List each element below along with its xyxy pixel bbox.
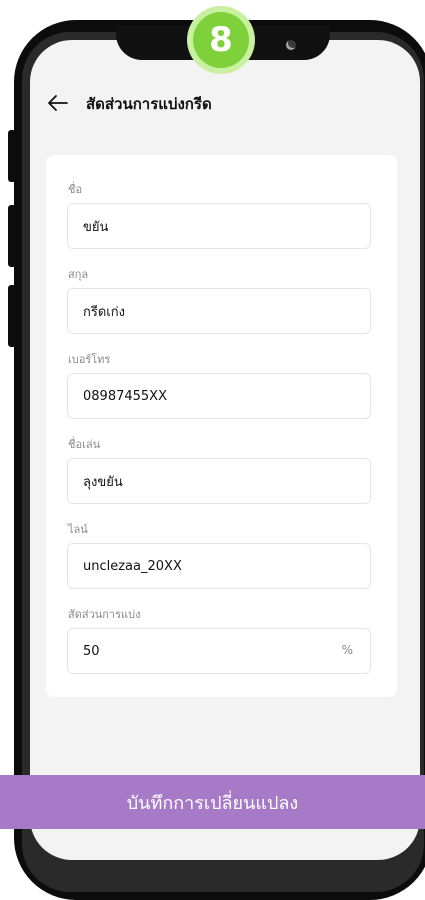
step-number: 8: [193, 12, 249, 68]
volume-up-button: [8, 130, 16, 182]
camera-icon: [286, 40, 296, 50]
nickname-field[interactable]: ลุงขยัน: [67, 458, 371, 504]
last-name-value: กรีดเก่ง: [83, 304, 125, 320]
phone-label: เบอร์โทร: [68, 353, 111, 366]
nickname-label: ชื่อเล่น: [68, 438, 101, 451]
first-name-field[interactable]: ขยัน: [67, 203, 371, 249]
back-arrow-icon[interactable]: [47, 92, 69, 114]
phone-value: 08987455XX: [83, 388, 167, 404]
share-ratio-value: 50: [83, 643, 100, 659]
last-name-field[interactable]: กรีดเก่ง: [67, 288, 371, 334]
line-id-field[interactable]: unclezaa_20XX: [67, 543, 371, 589]
power-button: [8, 285, 16, 347]
first-name-label: ชื่อ: [68, 183, 83, 196]
last-name-label: สกุล: [68, 268, 89, 281]
nickname-value: ลุงขยัน: [83, 474, 123, 490]
save-changes-button[interactable]: บันทึกการเปลี่ยนแปลง: [0, 775, 425, 829]
volume-down-button: [8, 205, 16, 267]
page-title: สัดส่วนการแบ่งกรีด: [86, 95, 212, 113]
line-id-value: unclezaa_20XX: [83, 558, 182, 574]
first-name-value: ขยัน: [83, 219, 109, 235]
phone-field[interactable]: 08987455XX: [67, 373, 371, 419]
share-ratio-field[interactable]: 50 %: [67, 628, 371, 674]
percent-suffix: %: [341, 643, 353, 657]
save-changes-label: บันทึกการเปลี่ยนแปลง: [126, 792, 299, 814]
line-id-label: ไลน์: [68, 523, 88, 536]
step-badge: 8: [187, 6, 255, 74]
share-ratio-label: สัดส่วนการแบ่ง: [68, 608, 141, 621]
